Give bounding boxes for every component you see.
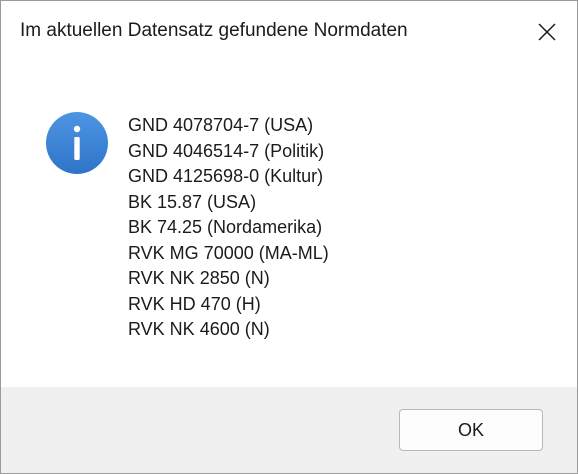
title-bar: Im aktuellen Datensatz gefundene Normdat… bbox=[1, 1, 577, 63]
message-dialog: Im aktuellen Datensatz gefundene Normdat… bbox=[0, 0, 578, 474]
dialog-content: GND 4078704-7 (USA) GND 4046514-7 (Polit… bbox=[1, 63, 577, 387]
dialog-footer: OK bbox=[1, 387, 577, 473]
dialog-title: Im aktuellen Datensatz gefundene Normdat… bbox=[20, 20, 408, 41]
message-line: BK 15.87 (USA) bbox=[128, 191, 257, 212]
close-button[interactable] bbox=[517, 1, 577, 63]
message-line: RVK MG 70000 (MA-ML) bbox=[128, 242, 329, 263]
message-line: GND 4125698-0 (Kultur) bbox=[128, 166, 324, 186]
info-icon bbox=[46, 112, 108, 174]
message-line: GND 4078704-7 (USA) bbox=[128, 115, 314, 135]
message-line: RVK HD 470 (H) bbox=[128, 293, 261, 314]
close-icon bbox=[538, 23, 556, 41]
ok-button[interactable]: OK bbox=[399, 409, 543, 451]
message-line: GND 4046514-7 (Politik) bbox=[128, 140, 325, 161]
message-line: RVK NK 4600 (N) bbox=[128, 319, 270, 339]
message-text: GND 4078704-7 (USA) GND 4046514-7 (Polit… bbox=[128, 113, 329, 343]
message-line: RVK NK 2850 (N) bbox=[128, 268, 270, 288]
message-line: BK 74.25 (Nordamerika) bbox=[128, 217, 323, 237]
